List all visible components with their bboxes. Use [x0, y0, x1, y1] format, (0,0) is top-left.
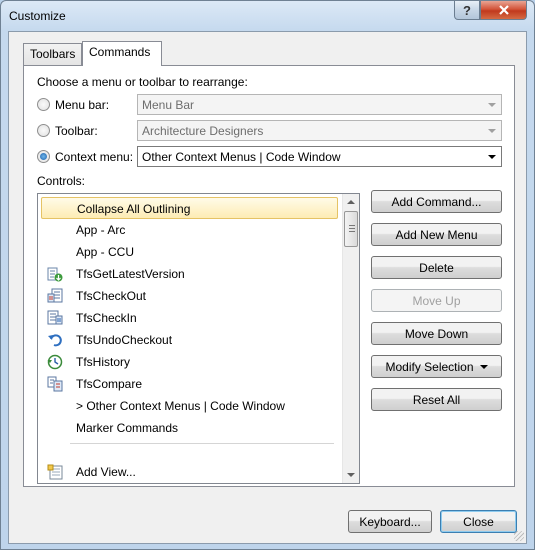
- menu-bar-label: Menu bar:: [55, 98, 110, 112]
- context-menu-radio[interactable]: [37, 150, 50, 163]
- list-item-label: App - Arc: [76, 223, 126, 237]
- checkin-icon: [47, 310, 63, 325]
- add-view-icon: [47, 464, 63, 480]
- list-item-label: App - CCU: [76, 245, 135, 259]
- context-menu-select[interactable]: Other Context Menus | Code Window: [137, 146, 502, 167]
- controls-list[interactable]: Collapse All Outlining App - Arc App - C…: [37, 193, 360, 484]
- reset-all-button[interactable]: Reset All: [371, 388, 502, 411]
- add-new-menu-button[interactable]: Add New Menu: [371, 223, 502, 246]
- window-title: Customize: [9, 9, 66, 23]
- list-item-tfs-compare[interactable]: TfsCompare: [41, 373, 338, 395]
- context-menu-value: Other Context Menus | Code Window: [142, 150, 341, 164]
- list-item-tfs-checkout[interactable]: TfsCheckOut: [41, 285, 338, 307]
- list-item-label: TfsUndoCheckout: [76, 333, 173, 347]
- move-down-button[interactable]: Move Down: [371, 322, 502, 345]
- list-item-app-ccu[interactable]: App - CCU: [41, 241, 338, 263]
- list-item-other-context-menus-code-window[interactable]: > Other Context Menus | Code Window: [41, 395, 338, 417]
- close-button[interactable]: Close: [440, 510, 517, 533]
- toolbar-value: Architecture Designers: [142, 124, 264, 138]
- close-icon: [498, 5, 509, 15]
- customize-dialog: Customize ? Toolbars Commands Choose a m…: [0, 0, 535, 550]
- title-bar[interactable]: Customize ?: [1, 1, 534, 31]
- list-item-label: TfsCheckIn: [76, 311, 137, 325]
- list-item-add-view[interactable]: Add View...: [41, 461, 338, 483]
- chevron-down-icon: [488, 103, 496, 107]
- toolbar-radio[interactable]: [37, 124, 50, 137]
- context-menu-label: Context menu:: [55, 150, 134, 164]
- chevron-down-icon: [488, 155, 496, 159]
- delete-button[interactable]: Delete: [371, 256, 502, 279]
- checkout-icon: [47, 288, 63, 303]
- list-item-label: TfsGetLatestVersion: [76, 267, 185, 281]
- history-icon: [47, 354, 63, 370]
- help-button[interactable]: ?: [454, 1, 480, 20]
- list-item-label: TfsCompare: [76, 377, 143, 391]
- grip-line: [349, 228, 355, 229]
- list-item-tfs-history[interactable]: TfsHistory: [41, 351, 338, 373]
- scroll-thumb[interactable]: [344, 211, 358, 247]
- list-item-label: Add View...: [76, 465, 136, 479]
- menu-bar-select: Menu Bar: [137, 94, 502, 115]
- chevron-down-icon: [479, 364, 488, 369]
- controls-label: Controls:: [37, 174, 86, 188]
- compare-icon: [47, 376, 63, 392]
- list-item-label: TfsCheckOut: [76, 289, 147, 303]
- modify-selection-label: Modify Selection: [385, 359, 474, 374]
- rearrange-prompt: Choose a menu or toolbar to rearrange:: [37, 75, 248, 89]
- commands-panel: Choose a menu or toolbar to rearrange: M…: [23, 65, 515, 487]
- toolbar-label: Toolbar:: [55, 124, 98, 138]
- list-separator: [70, 443, 334, 444]
- grip-line: [349, 231, 355, 232]
- tab-commands[interactable]: Commands: [82, 41, 162, 66]
- get-latest-icon: [47, 267, 63, 282]
- list-item-label: Collapse All Outlining: [77, 202, 191, 216]
- list-scrollbar[interactable]: [342, 194, 359, 483]
- list-item-tfs-checkin[interactable]: TfsCheckIn: [41, 307, 338, 329]
- menu-bar-value: Menu Bar: [142, 98, 195, 112]
- chevron-down-icon: [488, 129, 496, 133]
- list-item-app-arc[interactable]: App - Arc: [41, 219, 338, 241]
- toolbar-select: Architecture Designers: [137, 120, 502, 141]
- move-up-button[interactable]: Move Up: [371, 289, 502, 312]
- list-item-label: TfsHistory: [76, 355, 130, 369]
- list-item-tfs-undo-checkout[interactable]: TfsUndoCheckout: [41, 329, 338, 351]
- tab-toolbars[interactable]: Toolbars: [23, 43, 82, 65]
- keyboard-button[interactable]: Keyboard...: [348, 510, 432, 533]
- list-item-collapse-all-outlining[interactable]: Collapse All Outlining: [41, 197, 338, 219]
- list-item-marker-commands[interactable]: Marker Commands: [41, 417, 338, 439]
- dialog-client: Toolbars Commands Choose a menu or toolb…: [8, 31, 527, 544]
- grip-line: [349, 225, 355, 226]
- undo-icon: [48, 334, 62, 347]
- list-item-label: Marker Commands: [76, 421, 179, 435]
- list-item-label: > Other Context Menus | Code Window: [76, 399, 285, 413]
- scroll-up-icon[interactable]: [347, 200, 355, 204]
- list-item-tfs-get-latest-version[interactable]: TfsGetLatestVersion: [41, 263, 338, 285]
- modify-selection-button[interactable]: Modify Selection: [371, 355, 502, 378]
- scroll-down-icon[interactable]: [347, 473, 355, 477]
- close-window-button[interactable]: [480, 1, 527, 20]
- menu-bar-radio[interactable]: [37, 98, 50, 111]
- resize-grip[interactable]: [514, 531, 524, 541]
- add-command-button[interactable]: Add Command...: [371, 190, 502, 213]
